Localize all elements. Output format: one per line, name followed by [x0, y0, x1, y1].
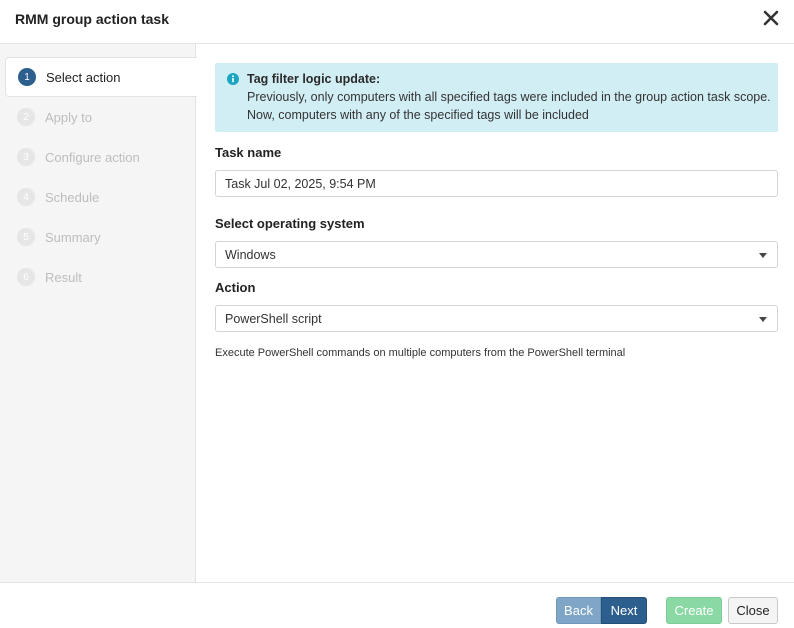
- step-label: Select action: [46, 69, 121, 85]
- action-description: Execute PowerShell commands on multiple …: [215, 347, 626, 359]
- action-select[interactable]: PowerShell script: [215, 305, 778, 332]
- step-number-badge: 2: [17, 108, 35, 126]
- alert-line-2: Now, computers with any of the specified…: [247, 108, 589, 122]
- tag-filter-alert: Tag filter logic update: Previously, onl…: [215, 63, 778, 132]
- os-select[interactable]: Windows: [215, 241, 778, 268]
- step-configure-action: 3 Configure action: [5, 137, 196, 177]
- step-number-badge: 4: [17, 188, 35, 206]
- close-x-icon[interactable]: [761, 8, 781, 28]
- caret-down-icon: [759, 253, 767, 258]
- close-button[interactable]: Close: [728, 597, 778, 624]
- step-number-badge: 3: [17, 148, 35, 166]
- step-result: 6 Result: [5, 257, 196, 297]
- wizard-steps-sidebar: 1 Select action 2 Apply to 3 Configure a…: [0, 44, 197, 582]
- task-name-label: Task name: [215, 145, 282, 160]
- step-number-badge: 5: [17, 228, 35, 246]
- rmm-group-action-dialog: RMM group action task 1 Select action 2 …: [0, 0, 794, 628]
- os-label: Select operating system: [215, 216, 365, 231]
- alert-line-1: Previously, only computers with all spec…: [247, 90, 771, 104]
- caret-down-icon: [759, 317, 767, 322]
- next-button[interactable]: Next: [601, 597, 647, 624]
- action-select-value: PowerShell script: [225, 312, 322, 326]
- dialog-footer: Back Next Create Close: [0, 582, 794, 628]
- task-name-input[interactable]: [215, 170, 778, 197]
- step-select-action[interactable]: 1 Select action: [5, 57, 197, 97]
- step-number-badge: 1: [18, 68, 36, 86]
- step-number-badge: 6: [17, 268, 35, 286]
- step-apply-to: 2 Apply to: [5, 97, 196, 137]
- step-label: Configure action: [45, 149, 140, 165]
- step-label: Schedule: [45, 189, 100, 205]
- step-label: Result: [45, 269, 82, 285]
- dialog-title: RMM group action task: [15, 11, 170, 27]
- step-summary: 5 Summary: [5, 217, 196, 257]
- dialog-header: RMM group action task: [0, 0, 794, 44]
- action-label: Action: [215, 280, 256, 295]
- step-schedule: 4 Schedule: [5, 177, 196, 217]
- step-label: Apply to: [45, 109, 92, 125]
- os-select-value: Windows: [225, 248, 276, 262]
- back-button[interactable]: Back: [556, 597, 601, 624]
- create-button[interactable]: Create: [666, 597, 722, 624]
- alert-title: Tag filter logic update:: [247, 72, 381, 86]
- info-icon: [227, 73, 239, 85]
- step-label: Summary: [45, 229, 101, 245]
